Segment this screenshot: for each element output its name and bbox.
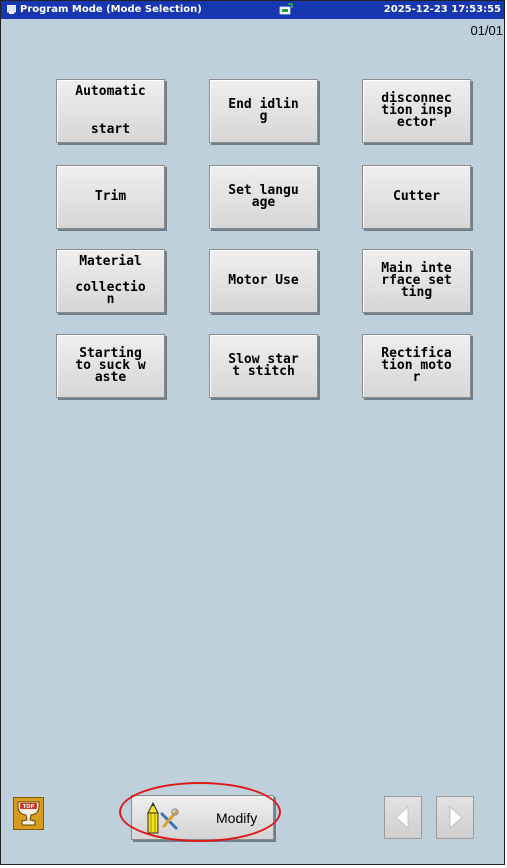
button-label: g [259, 109, 268, 124]
button-label: start [90, 122, 131, 137]
starting-to-suck-waste-button[interactable]: Starting to suck w aste [56, 334, 165, 398]
previous-page-button[interactable] [384, 796, 422, 839]
arrow-left-icon [395, 806, 409, 829]
button-label: Cutter [393, 189, 440, 204]
motor-use-button[interactable]: Motor Use [209, 249, 318, 313]
button-label: Material [79, 254, 142, 269]
top-trophy-icon: TOP [17, 801, 40, 826]
button-label: r [412, 370, 421, 385]
button-label: n [106, 292, 115, 307]
trim-button[interactable]: Trim [56, 165, 165, 229]
main-interface-setting-button[interactable]: Main inte rface set ting [362, 249, 471, 313]
button-label-group: collectio n [75, 281, 145, 307]
window-title: Program Mode (Mode Selection) [20, 4, 202, 15]
end-idling-button[interactable]: End idlin g [209, 79, 318, 143]
clock: 2025-12-23 17:53:55 [383, 4, 501, 15]
slow-start-stitch-button[interactable]: Slow star t stitch [209, 334, 318, 398]
automatic-start-button[interactable]: Automatic start [56, 79, 165, 143]
button-label: Motor Use [228, 273, 299, 288]
modify-label: Modify [216, 810, 258, 826]
screen-frame: Program Mode (Mode Selection) 2025-12-23… [0, 0, 505, 865]
button-label: t stitch [232, 364, 295, 379]
modify-button[interactable]: Modify [131, 795, 274, 840]
material-collection-button[interactable]: Material collectio n [56, 249, 165, 313]
top-button[interactable]: TOP [13, 797, 44, 830]
pencil-tools-icon [147, 801, 179, 834]
rectification-motor-button[interactable]: Rectifica tion moto r [362, 334, 471, 398]
svg-text:TOP: TOP [23, 804, 35, 810]
title-bar: Program Mode (Mode Selection) 2025-12-23… [1, 1, 504, 19]
cutter-button[interactable]: Cutter [362, 165, 471, 229]
arrow-right-icon [449, 806, 463, 829]
next-page-button[interactable] [436, 796, 474, 839]
button-label: Automatic [75, 84, 146, 99]
button-label: ector [396, 115, 437, 130]
set-language-button[interactable]: Set langu age [209, 165, 318, 229]
page-indicator: 01/01 [470, 23, 503, 38]
disconnection-inspector-button[interactable]: disconnec tion insp ector [362, 79, 471, 143]
button-label: age [251, 195, 276, 210]
network-status-icon [279, 3, 293, 15]
monitor-icon [7, 5, 16, 14]
button-label: aste [94, 370, 127, 385]
button-label: ting [400, 285, 433, 300]
button-label: Trim [94, 189, 127, 204]
